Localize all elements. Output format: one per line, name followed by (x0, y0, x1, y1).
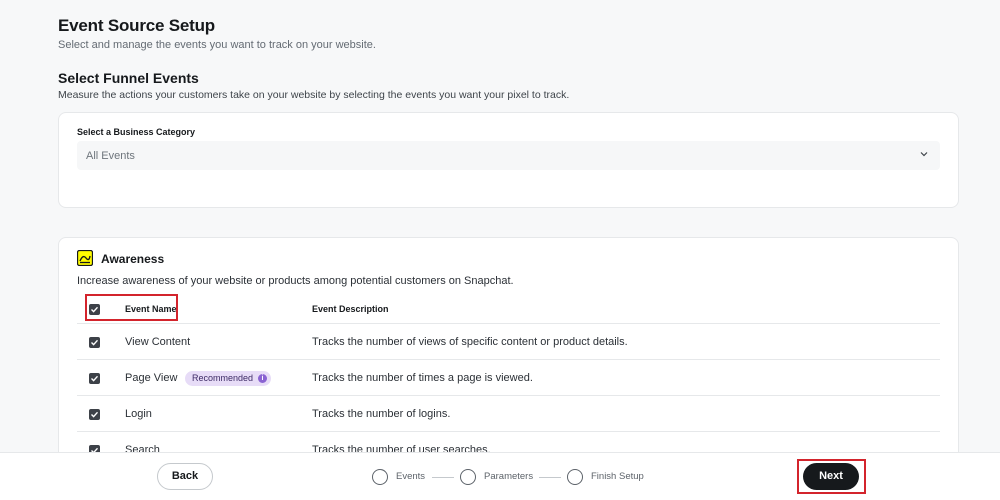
table-header-row: Event Name Event Description (77, 295, 940, 324)
step-connector (432, 477, 454, 478)
event-name: Login (125, 408, 152, 420)
event-description: Tracks the number of user searches. (312, 444, 491, 452)
event-name-highlight-box (85, 294, 178, 321)
step-indicator-icon (460, 469, 476, 485)
info-icon[interactable]: i (258, 374, 268, 383)
awareness-card: Awareness Increase awareness of your web… (58, 237, 959, 452)
section-subtitle: Measure the actions your customers take … (58, 89, 570, 101)
event-description-column-header: Event Description (312, 304, 389, 314)
table-row: Search Tracks the number of user searche… (77, 432, 940, 452)
business-category-card: Select a Business Category All Events (58, 112, 959, 208)
page-title: Event Source Setup (58, 16, 215, 35)
next-button-highlight-box (797, 459, 866, 494)
check-icon (91, 411, 99, 418)
recommended-badge-label: Recommended (192, 373, 254, 383)
awareness-title: Awareness (101, 252, 165, 266)
table-row: Page View Recommended i Tracks the numbe… (77, 360, 940, 396)
event-name: View Content (125, 336, 191, 348)
event-checkbox-login[interactable] (89, 409, 100, 420)
business-category-value: All Events (86, 150, 135, 162)
business-category-select[interactable]: All Events (77, 141, 940, 170)
chevron-down-icon (920, 152, 928, 157)
step-label: Events (396, 471, 426, 482)
awareness-icon (77, 250, 93, 266)
check-icon (91, 339, 99, 346)
event-source-setup-page: Event Source Setup Select and manage the… (58, 0, 959, 452)
step-indicator-icon (372, 469, 388, 485)
table-row: View Content Tracks the number of views … (77, 324, 940, 360)
recommended-badge: Recommended i (185, 371, 272, 386)
back-button[interactable]: Back (157, 463, 213, 490)
step-indicator-icon (567, 469, 583, 485)
table-row: Login Tracks the number of logins. (77, 396, 940, 432)
section-title: Select Funnel Events (58, 70, 199, 86)
step-connector (539, 477, 561, 478)
event-checkbox-view-content[interactable] (89, 337, 100, 348)
event-description: Tracks the number of views of specific c… (312, 336, 628, 348)
events-table: Event Name Event Description View Conten… (77, 295, 940, 452)
event-description: Tracks the number of logins. (312, 408, 451, 420)
page-subtitle: Select and manage the events you want to… (58, 39, 376, 51)
event-name: Search (125, 444, 160, 452)
business-category-label: Select a Business Category (77, 127, 196, 137)
event-name: Page View (125, 372, 178, 384)
event-description: Tracks the number of times a page is vie… (312, 372, 533, 384)
event-checkbox-search[interactable] (89, 445, 100, 452)
awareness-description: Increase awareness of your website or pr… (77, 275, 514, 287)
check-icon (91, 375, 99, 382)
event-checkbox-page-view[interactable] (89, 373, 100, 384)
step-label: Parameters (484, 471, 534, 482)
step-label: Finish Setup (591, 471, 644, 482)
